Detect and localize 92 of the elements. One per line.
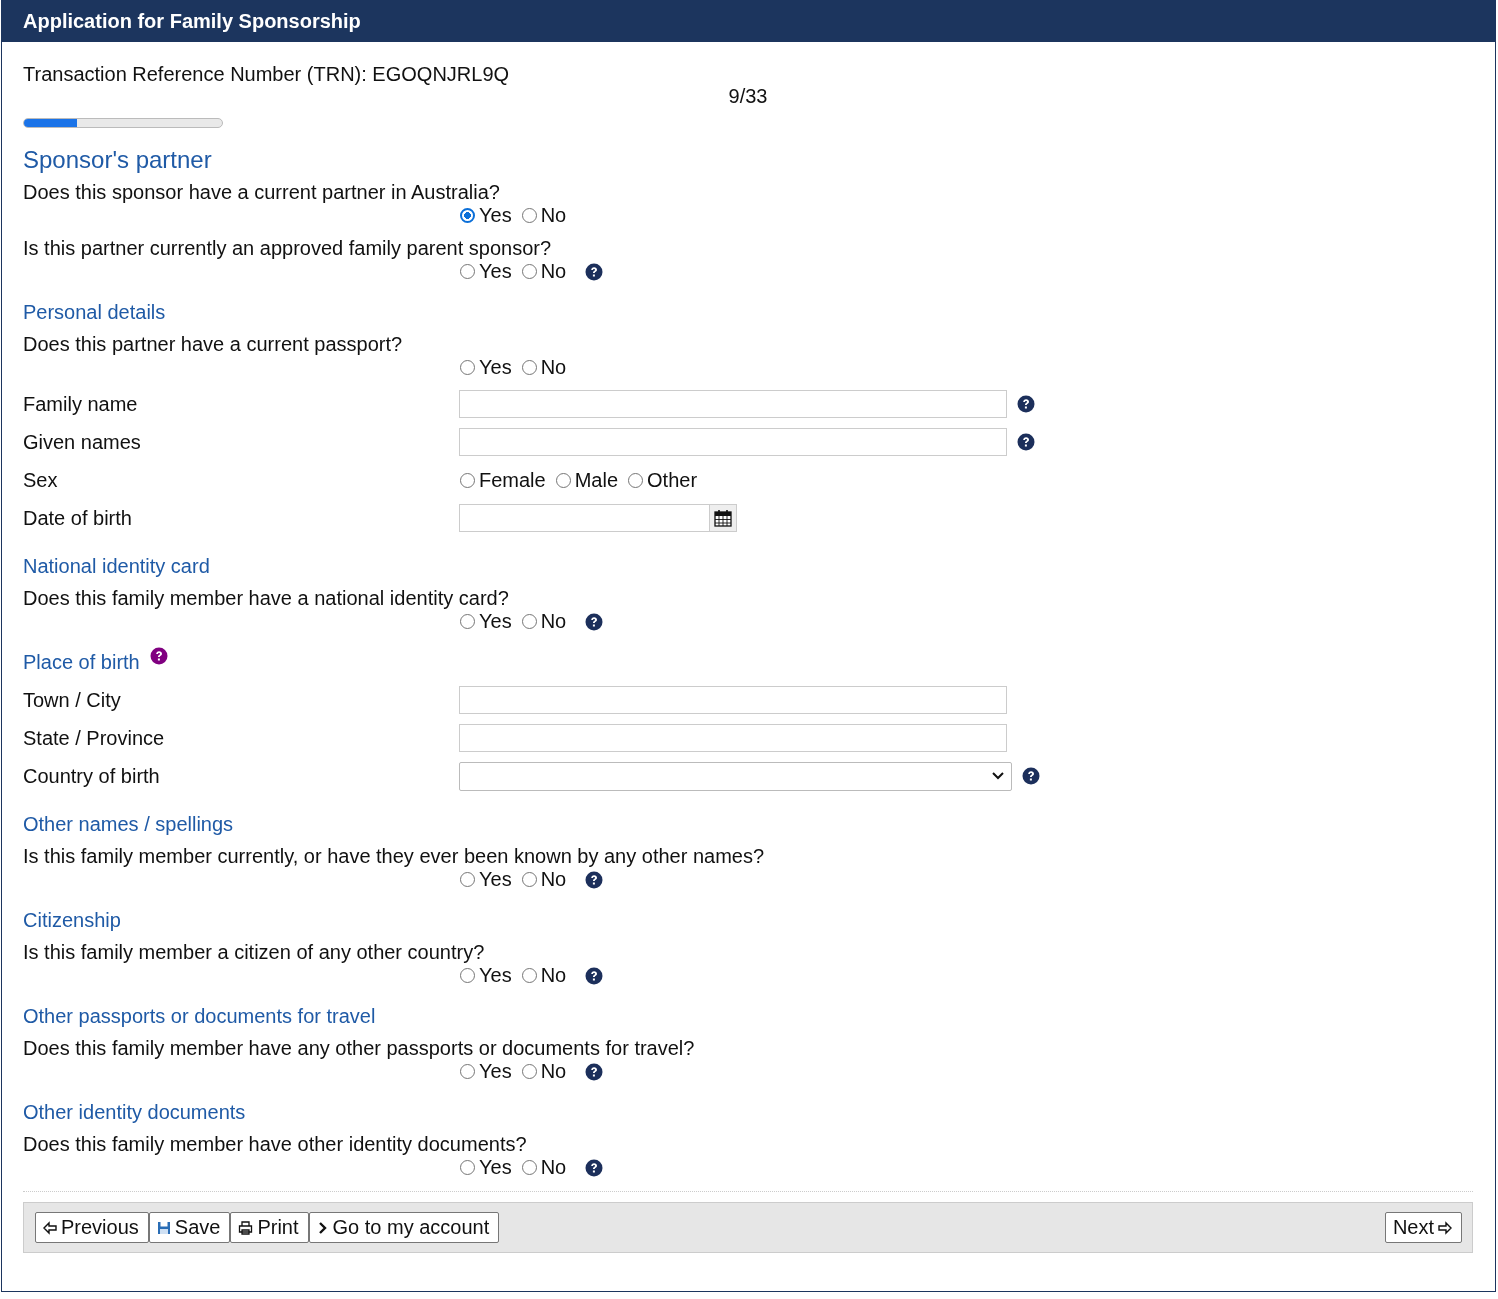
- section-heading: Citizenship: [23, 908, 121, 932]
- field-label: Date of birth: [23, 506, 133, 530]
- option-label: Yes: [479, 356, 512, 379]
- input-field[interactable]: [459, 686, 1007, 714]
- radio-button[interactable]: [521, 872, 537, 887]
- radio-button[interactable]: [460, 968, 475, 983]
- field-label: State / Province: [23, 726, 166, 750]
- option-label: Yes: [479, 1156, 512, 1179]
- question-text: Does this sponsor have a current partner in Australia?: [23, 181, 500, 203]
- print-button[interactable]: Print: [230, 1212, 309, 1243]
- section-heading: Personal details: [23, 300, 166, 324]
- radio-button[interactable]: [460, 208, 475, 223]
- field-label: Country of birth: [23, 764, 161, 788]
- chevron-right-icon: [316, 1220, 329, 1235]
- help-icon[interactable]: [1017, 433, 1035, 451]
- radio-button[interactable]: [460, 264, 475, 279]
- option-label: No: [540, 1156, 567, 1179]
- help-icon[interactable]: [585, 870, 604, 889]
- question-text: Does this partner have a current passport?: [23, 333, 403, 355]
- printer-icon: [238, 1220, 254, 1235]
- right-arrow-icon: [1438, 1220, 1452, 1235]
- radio-button[interactable]: [521, 208, 537, 223]
- next-button[interactable]: Next: [1384, 1212, 1462, 1243]
- option-label: Yes: [479, 204, 512, 227]
- chevron-down-icon: [991, 771, 1005, 781]
- question-text: Is this partner currently an approved family parent sponsor?: [23, 237, 552, 259]
- section-heading: Other names / spellings: [23, 812, 234, 836]
- calendar-button[interactable]: [710, 504, 737, 532]
- radio-button[interactable]: [521, 614, 537, 629]
- input-field[interactable]: [459, 390, 1007, 418]
- help-icon[interactable]: [1022, 767, 1040, 785]
- help-icon[interactable]: [1017, 395, 1035, 413]
- radio-button[interactable]: [460, 472, 475, 488]
- input-field[interactable]: [459, 428, 1007, 456]
- field-label: Family name: [23, 392, 139, 416]
- radio-button[interactable]: [521, 1160, 537, 1175]
- previous-button[interactable]: Previous: [35, 1212, 149, 1243]
- question-text: Does this family member have any other passports or documents for travel?: [23, 1037, 695, 1059]
- section-heading: Other identity documents: [23, 1100, 246, 1124]
- radio-button[interactable]: [555, 472, 571, 488]
- option-label: No: [540, 260, 567, 283]
- question-text: Does this family member have other identity documents?: [23, 1133, 527, 1155]
- option-label: No: [540, 868, 567, 891]
- radio-button[interactable]: [460, 360, 475, 375]
- radio-button[interactable]: [628, 472, 644, 488]
- help-icon[interactable]: [585, 612, 604, 631]
- calendar-icon: [714, 509, 732, 527]
- option-label: No: [540, 964, 567, 987]
- help-icon[interactable]: [149, 647, 168, 665]
- field-label: Given names: [23, 430, 142, 454]
- radio-button[interactable]: [460, 1064, 475, 1079]
- radio-button[interactable]: [521, 968, 537, 983]
- radio-button[interactable]: [521, 360, 537, 375]
- input-field[interactable]: [459, 724, 1007, 752]
- option-label: No: [540, 204, 567, 227]
- radio-button[interactable]: [521, 264, 537, 279]
- option-label: Yes: [479, 610, 512, 633]
- save-button[interactable]: Save: [148, 1212, 231, 1243]
- radio-button[interactable]: [460, 1160, 475, 1175]
- reference-number: Transaction Reference Number (TRN): EGOQNJRL9Q: [23, 62, 511, 86]
- help-icon[interactable]: [585, 1062, 604, 1081]
- option-label: No: [540, 1060, 567, 1083]
- section-heading: Sponsor's partner: [23, 146, 212, 174]
- question-text: Does this family member have a national identity card?: [23, 587, 509, 609]
- option-label: Yes: [479, 260, 512, 283]
- question-text: Is this family member a citizen of any other country?: [23, 941, 485, 963]
- field-label: Town / City: [23, 688, 122, 712]
- help-icon[interactable]: [585, 262, 604, 281]
- progress-reading: 9/33: [727, 85, 769, 107]
- section-heading: Other passports or documents for travel: [23, 1004, 376, 1028]
- option-label: No: [540, 610, 567, 633]
- option-label: Yes: [479, 1060, 512, 1083]
- section-heading: Place of birth: [23, 650, 140, 674]
- section-heading: National identity card: [23, 554, 210, 578]
- option-label: No: [540, 356, 567, 379]
- radio-button[interactable]: [460, 614, 475, 629]
- option-label: Other: [647, 468, 698, 492]
- window-title: Application for Family Sponsorship: [2, 1, 1495, 42]
- help-icon[interactable]: [585, 1158, 604, 1177]
- radio-button[interactable]: [521, 1064, 537, 1079]
- left-arrow-icon: [43, 1220, 57, 1235]
- option-label: Yes: [479, 964, 512, 987]
- dropdown[interactable]: [459, 761, 1012, 791]
- option-label: Yes: [479, 868, 512, 891]
- question-text: Is this family member currently, or have they ever been known by any other names?: [23, 845, 765, 867]
- field-label: Sex: [23, 468, 59, 492]
- account-button[interactable]: Go to my account: [308, 1212, 500, 1243]
- option-label: Male: [574, 468, 619, 492]
- radio-button[interactable]: [460, 872, 475, 887]
- date-field[interactable]: [459, 504, 710, 532]
- help-icon[interactable]: [585, 966, 604, 985]
- option-label: Female: [479, 468, 546, 492]
